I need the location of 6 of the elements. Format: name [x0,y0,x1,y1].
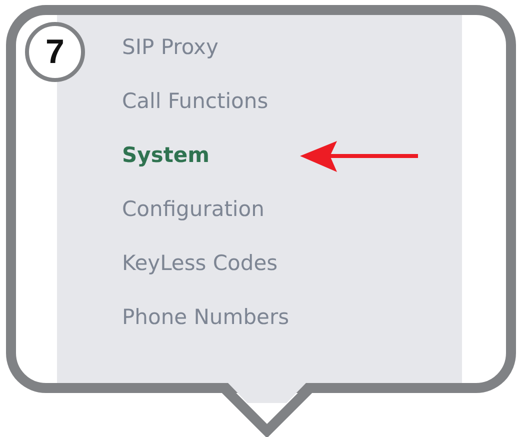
menu-item[interactable]: Configuration [122,182,264,236]
menu-item[interactable]: Call Functions [122,74,268,128]
menu-item[interactable]: System [122,128,210,182]
menu-item[interactable]: KeyLess Codes [122,236,278,290]
menu-item[interactable]: Phone Numbers [122,290,290,344]
menu-item[interactable]: SIP Proxy [122,20,218,74]
